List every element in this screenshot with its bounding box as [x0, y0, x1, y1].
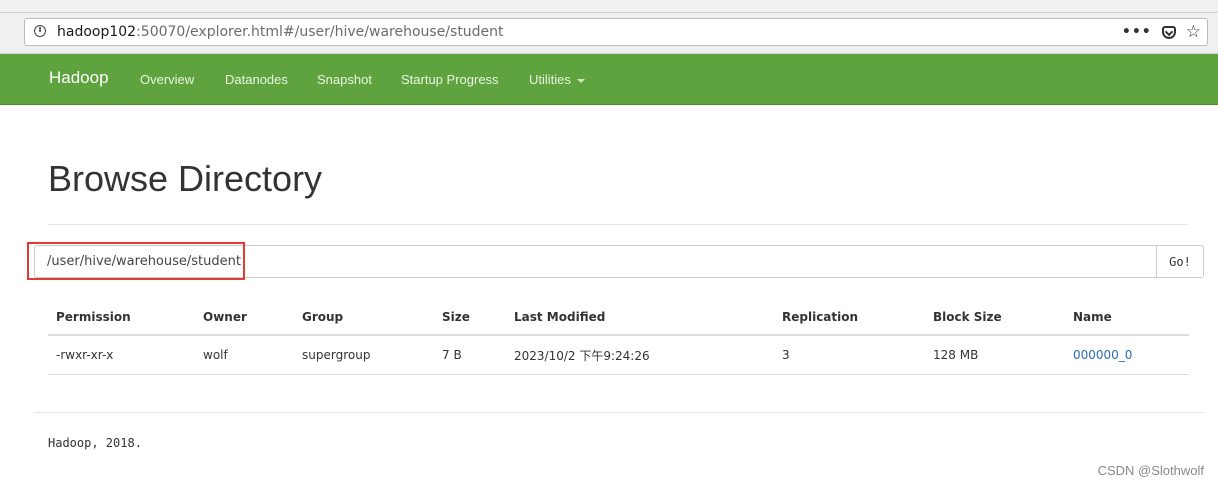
browser-toolbar: i hadoop102:50070/explorer.html#/user/hi… — [0, 0, 1218, 54]
bookmark-star-icon[interactable]: ☆ — [1186, 23, 1201, 41]
address-bar[interactable]: i hadoop102:50070/explorer.html#/user/hi… — [24, 18, 1208, 46]
cell-permission: -rwxr-xr-x — [48, 335, 195, 375]
col-group[interactable]: Group — [294, 300, 434, 336]
cell-size: 7 B — [434, 335, 506, 375]
col-permission[interactable]: Permission — [48, 300, 195, 336]
url-actions: ••• ☆ — [1122, 22, 1201, 42]
go-button[interactable]: Go! — [1156, 245, 1204, 278]
nav-utilities[interactable]: Utilities — [529, 72, 585, 87]
cell-block-size: 128 MB — [925, 335, 1065, 375]
file-name-link[interactable]: 000000_0 — [1073, 348, 1132, 362]
navbar-brand[interactable]: Hadoop — [49, 68, 109, 88]
cell-owner: wolf — [195, 335, 294, 375]
watermark: CSDN @Slothwolf — [1097, 463, 1204, 478]
col-block-size[interactable]: Block Size — [925, 300, 1065, 336]
page-title: Browse Directory — [48, 158, 323, 199]
cell-name: 000000_0 — [1065, 335, 1189, 375]
file-table: Permission Owner Group Size Last Modifie… — [48, 300, 1189, 375]
table-row: -rwxr-xr-x wolf supergroup 7 B 2023/10/2… — [48, 335, 1189, 375]
nav-overview[interactable]: Overview — [140, 72, 194, 87]
nav-utilities-label: Utilities — [529, 72, 571, 87]
col-owner[interactable]: Owner — [195, 300, 294, 336]
nav-startup-progress[interactable]: Startup Progress — [401, 72, 499, 87]
url-text[interactable]: hadoop102:50070/explorer.html#/user/hive… — [57, 24, 504, 40]
cell-replication: 3 — [774, 335, 925, 375]
col-name[interactable]: Name — [1065, 300, 1189, 336]
cell-group: supergroup — [294, 335, 434, 375]
more-icon[interactable]: ••• — [1122, 24, 1152, 40]
col-replication[interactable]: Replication — [774, 300, 925, 336]
navbar: Hadoop Overview Datanodes Snapshot Start… — [0, 54, 1218, 105]
cell-last-modified: 2023/10/2 下午9:24:26 — [506, 335, 774, 375]
nav-datanodes[interactable]: Datanodes — [225, 72, 288, 87]
col-size[interactable]: Size — [434, 300, 506, 336]
nav-snapshot[interactable]: Snapshot — [317, 72, 372, 87]
tab-strip — [0, 0, 1218, 13]
url-path: :50070/explorer.html#/user/hive/warehous… — [136, 24, 504, 40]
footer-text: Hadoop, 2018. — [48, 436, 142, 450]
info-icon[interactable]: i — [34, 25, 46, 37]
divider — [34, 412, 1204, 413]
table-header-row: Permission Owner Group Size Last Modifie… — [48, 300, 1189, 336]
url-host: hadoop102 — [57, 24, 137, 40]
path-input-group: Go! — [34, 245, 1204, 278]
caret-down-icon — [576, 78, 585, 83]
directory-path-input[interactable] — [34, 245, 1156, 278]
pocket-icon[interactable] — [1161, 25, 1176, 39]
col-last-modified[interactable]: Last Modified — [506, 300, 774, 336]
divider — [48, 224, 1188, 225]
